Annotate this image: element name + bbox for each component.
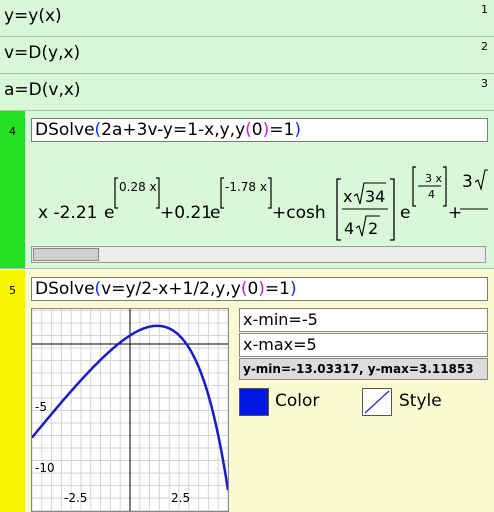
command-args-end: =1 <box>269 120 295 140</box>
definition-expression: y=y(x) <box>4 6 62 26</box>
command-args-end: =1 <box>264 279 290 299</box>
definition-row-3[interactable]: a=D(v,x) 3 <box>0 74 494 111</box>
row-number: 3 <box>481 77 488 90</box>
cell-number: 4 <box>9 125 16 138</box>
color-swatch-button[interactable] <box>239 388 269 416</box>
exponent-3-numerator: 3 x <box>425 172 442 185</box>
cell-gutter[interactable]: 4 <box>0 111 25 268</box>
result-expression: x -2.21 e 0.28 x +0.21 e -1.78 x +cosh x… <box>38 161 488 251</box>
result-term-2: +0.21 <box>160 203 212 223</box>
y-tick-label: -10 <box>35 461 55 475</box>
command-arg-value: 0 <box>247 279 259 299</box>
cell-4[interactable]: 4 DSolve(2a+3v-y=1-x,y,y(0)=1) x -2.21 e… <box>0 111 494 269</box>
fraction-denominator: 4 <box>344 219 354 238</box>
exponent-2: -1.78 x <box>225 180 267 194</box>
result-term-3: +cosh <box>272 203 326 223</box>
cell-5[interactable]: 5 DSolve(v=y/2-x+1/2,y,y(0)=1) -2.5 2.5 … <box>0 270 494 512</box>
command-args: 2a+3v-y=1-x,y,y <box>101 120 246 140</box>
command-input[interactable]: DSolve(2a+3v-y=1-x,y,y(0)=1) <box>31 118 488 142</box>
horizontal-scrollbar[interactable] <box>31 246 486 263</box>
command-arg-value: 0 <box>251 120 263 140</box>
definition-row-1[interactable]: y=y(x) 1 <box>0 0 494 37</box>
color-label: Color <box>275 391 320 411</box>
exponent-3-denominator: 4 <box>428 188 435 201</box>
x-min-field[interactable]: x-min=-5 <box>239 308 488 332</box>
x-tick-label: 2.5 <box>171 491 190 505</box>
result-term-4: + <box>448 203 462 223</box>
y-tick-label: -5 <box>35 400 47 414</box>
scrollbar-thumb[interactable] <box>33 248 99 261</box>
exp-e: e <box>104 203 114 223</box>
tail-numerator: 3 <box>462 172 473 192</box>
sqrt-numerator: 34 <box>365 187 385 206</box>
result-term-1: x -2.21 <box>38 203 97 223</box>
style-label: Style <box>399 391 442 411</box>
line-style-icon[interactable] <box>362 388 392 416</box>
row-number: 1 <box>481 3 488 16</box>
x-max-field[interactable]: x-max=5 <box>239 333 488 357</box>
exponent-1: 0.28 x <box>119 180 157 194</box>
y-range-readout: y-min=-13.03317, y-max=3.11853 <box>239 358 488 380</box>
graph-plot[interactable]: -2.5 2.5 -5 -10 <box>31 308 229 512</box>
definition-row-2[interactable]: v=D(y,x) 2 <box>0 37 494 74</box>
x-tick-label: -2.5 <box>64 491 87 505</box>
function-name: DSolve <box>35 120 95 140</box>
definition-expression: v=D(y,x) <box>4 43 81 63</box>
definition-expression: a=D(v,x) <box>4 80 81 100</box>
exp-e: e <box>210 203 220 223</box>
row-number: 2 <box>481 40 488 53</box>
cell-number: 5 <box>9 284 16 297</box>
command-args: v=y/2-x+1/2,y,y <box>101 279 241 299</box>
exp-e: e <box>400 203 410 223</box>
function-name: DSolve <box>35 279 95 299</box>
sqrt-denominator: 2 <box>368 219 378 238</box>
fraction-numerator: x <box>343 187 352 206</box>
cell-gutter[interactable]: 5 <box>0 270 25 512</box>
command-input[interactable]: DSolve(v=y/2-x+1/2,y,y(0)=1) <box>31 277 488 301</box>
